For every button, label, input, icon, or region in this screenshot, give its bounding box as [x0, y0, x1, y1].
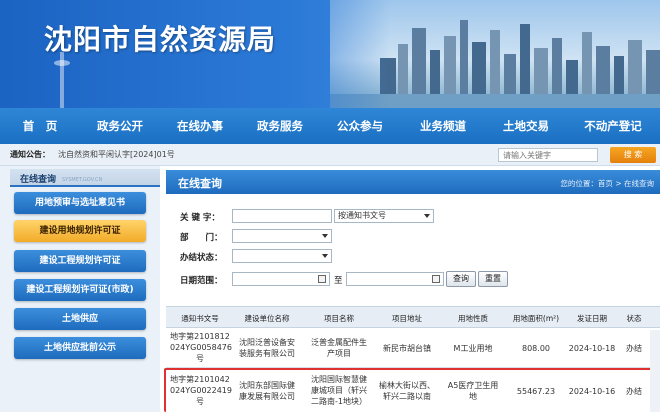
notice-bar: 通知公告： 沈自然资和平闲认字[2024]01号 搜 索 [0, 144, 660, 166]
sidebar-item-land-supply[interactable]: 土地供应 [14, 308, 146, 330]
department-label: 部 门： [180, 233, 223, 243]
chevron-down-icon [322, 234, 328, 238]
nav-item-gov-affairs[interactable]: 政务公开 [80, 118, 160, 134]
col-date: 发证日期 [577, 314, 607, 323]
site-search-button[interactable]: 搜 索 [610, 147, 656, 163]
site-title: 沈阳市自然资源局 [44, 23, 277, 56]
nav-item-property-registration[interactable]: 不动产登记 [566, 118, 660, 134]
date-from-input[interactable] [232, 272, 330, 286]
cell-status: 办结 [626, 344, 642, 353]
notice-link[interactable]: 沈自然资和平闲认字[2024]01号 [58, 149, 175, 160]
sidebar-title-en: SYSMET.GOV.CN [62, 177, 103, 183]
cell-area: 808.00 [522, 344, 550, 353]
status-label: 办结状态： [180, 253, 223, 263]
keyword-type-selected: 按通知书文号 [338, 211, 386, 220]
reset-button[interactable]: 重置 [478, 271, 508, 287]
nav-item-online-service[interactable]: 在线办事 [160, 118, 240, 134]
date-to-label: 至 [334, 276, 343, 286]
header-banner: 沈阳市自然资源局 [0, 0, 660, 108]
breadcrumb: 您的位置：首页 > 在线查询 [560, 179, 654, 188]
status-select[interactable] [232, 249, 332, 263]
main-panel-header: 在线查询 您的位置：首页 > 在线查询 [166, 170, 660, 194]
cell-land-use: M工业用地 [453, 344, 493, 353]
notice-label: 通知公告： [10, 150, 50, 159]
department-select[interactable] [232, 229, 332, 243]
cell-doc-no: 地字第2101812 024YG0058476 号 [170, 332, 232, 363]
col-area: 用地面积(m²) [512, 314, 560, 323]
nav-item-business-channel[interactable]: 业务频道 [400, 118, 486, 134]
cell-address: 新民市胡台镇 [383, 344, 431, 353]
col-project: 项目名称 [324, 314, 354, 323]
chevron-down-icon [322, 254, 328, 258]
col-address: 项目地址 [392, 314, 422, 323]
cell-project: 泛普金属配件生 产项目 [311, 338, 367, 358]
results-table-header: 通知书文号 建设单位名称 项目名称 项目地址 用地性质 用地面积(m²) 发证日… [166, 306, 660, 328]
cell-date: 2024-10-18 [568, 344, 616, 353]
sidebar-title: 在线查询 [20, 175, 57, 185]
query-button[interactable]: 查询 [446, 271, 476, 287]
cell-company: 沈阳泛普设备安 装服务有限公司 [239, 338, 295, 358]
date-range-label: 日期范围： [180, 276, 223, 286]
nav-item-gov-service[interactable]: 政务服务 [240, 118, 320, 134]
date-to-input[interactable] [346, 272, 444, 286]
nav-item-land-trading[interactable]: 土地交易 [486, 118, 566, 134]
sidebar-item-land-supply-prenotice[interactable]: 土地供应批前公示 [14, 337, 146, 359]
sidebar-item-construction-permit[interactable]: 建设工程规划许可证 [14, 250, 146, 272]
col-doc-no: 通知书文号 [181, 314, 219, 323]
sidebar-header: 在线查询 SYSMET.GOV.CN [10, 169, 160, 187]
col-status: 状态 [626, 314, 642, 323]
sidebar: 在线查询 SYSMET.GOV.CN 用地预审与选址意见书 建设用地规划许可证 … [0, 166, 160, 412]
sidebar-item-land-use-planning-permit[interactable]: 建设用地规划许可证 [14, 220, 146, 242]
table-row[interactable]: 地字第2101812 024YG0058476 号 沈阳泛普设备安 装服务有限公司 泛… [166, 328, 660, 368]
nav-item-public-participation[interactable]: 公众参与 [320, 118, 400, 134]
calendar-icon[interactable] [432, 275, 440, 283]
sidebar-item-land-preapproval[interactable]: 用地预审与选址意见书 [14, 192, 146, 214]
site-search-input[interactable] [498, 148, 598, 162]
col-company: 建设单位名称 [244, 314, 290, 323]
sidebar-item-construction-permit-municipal[interactable]: 建设工程规划许可证(市政) [14, 279, 146, 301]
highlight-box [164, 368, 656, 412]
keyword-label: 关 键 字： [180, 213, 220, 223]
nav-item-home[interactable]: 首 页 [0, 118, 80, 134]
main-nav: 首 页 政务公开 在线办事 政务服务 公众参与 业务频道 土地交易 不动产登记 [0, 108, 660, 144]
calendar-icon[interactable] [318, 275, 326, 283]
keyword-input[interactable] [232, 209, 332, 223]
chevron-down-icon [424, 214, 430, 218]
page-title: 在线查询 [178, 177, 222, 190]
keyword-type-select[interactable]: 按通知书文号 [334, 209, 434, 223]
col-land-use: 用地性质 [458, 314, 488, 323]
table-scrollbar[interactable] [650, 330, 660, 412]
page: 沈阳市自然资源局 首 页 政务公开 在线办事 政务服务 公众参与 业务频道 土地… [0, 0, 660, 412]
